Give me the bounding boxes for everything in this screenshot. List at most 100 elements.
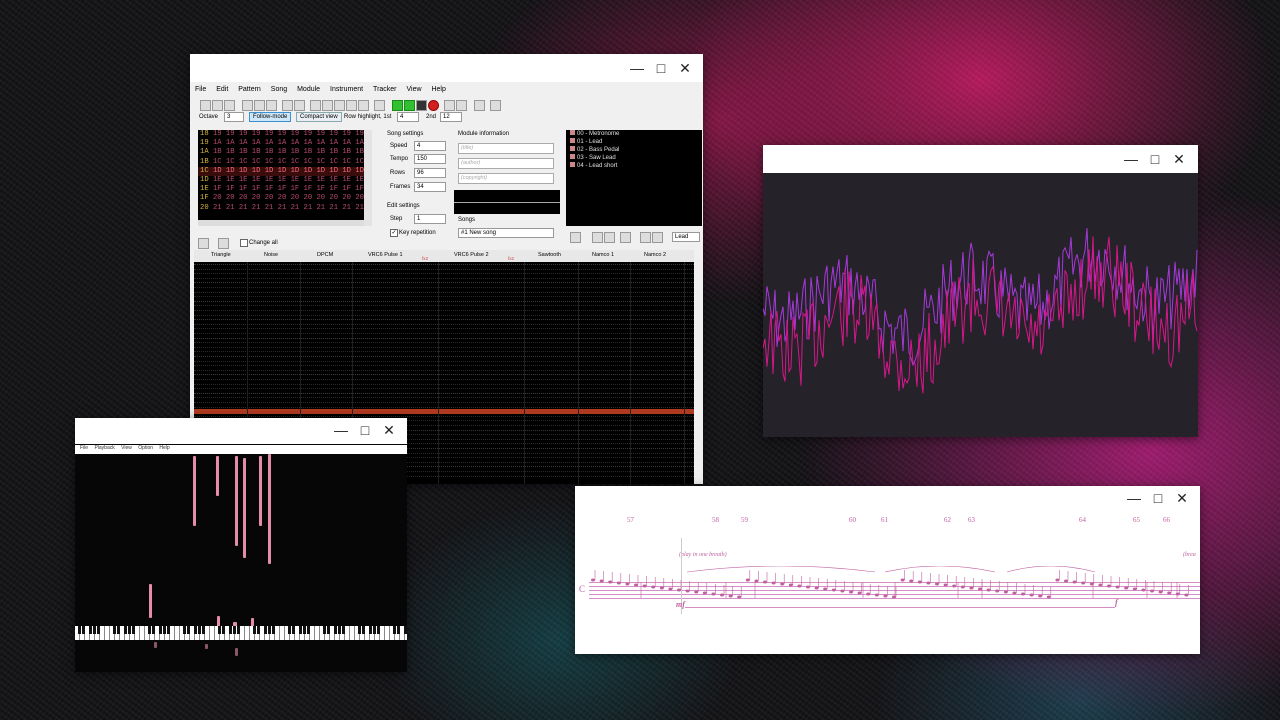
menu-help[interactable]: Help: [431, 86, 445, 93]
nsf-export-icon[interactable]: [490, 100, 501, 111]
frames-input[interactable]: 34: [414, 182, 446, 192]
instrument-item[interactable]: 02 - Bass Pedal: [566, 146, 702, 154]
channel-header[interactable]: VRC6 Pulse 2: [454, 252, 489, 258]
cut-icon[interactable]: [242, 100, 253, 111]
follow-mode-button[interactable]: Follow-mode: [249, 112, 292, 122]
piano-menu-help[interactable]: Help: [159, 445, 169, 451]
close-icon[interactable]: ✕: [1167, 151, 1191, 168]
insert-frame-icon[interactable]: [310, 100, 321, 111]
menu-module[interactable]: Module: [297, 86, 320, 93]
channel-header[interactable]: VRC6 Pulse 1: [368, 252, 403, 258]
duplicate-frame-icon[interactable]: [358, 100, 369, 111]
copy-icon[interactable]: [254, 100, 265, 111]
step-input[interactable]: 1: [414, 214, 446, 224]
record-icon[interactable]: [428, 100, 439, 111]
key-repetition-checkbox[interactable]: ✓: [390, 229, 398, 237]
minimize-icon[interactable]: —: [625, 60, 649, 77]
note-head: [737, 595, 742, 599]
song-select[interactable]: #1 New song: [458, 228, 554, 238]
tempo-input[interactable]: 150: [414, 154, 446, 164]
minimize-icon[interactable]: —: [329, 422, 353, 439]
channel-header[interactable]: Noise: [264, 252, 278, 258]
frame-row[interactable]: 18 19 19 19 19 19 19 19 19 19 19 19 19 1…: [198, 130, 364, 139]
module-properties-icon[interactable]: [374, 100, 385, 111]
frame-row[interactable]: 1D 1E 1E 1E 1E 1E 1E 1E 1E 1E 1E 1E 1E 1…: [198, 176, 364, 185]
instrument-item[interactable]: 04 - Lead short: [566, 162, 702, 170]
maximize-icon[interactable]: □: [649, 60, 673, 77]
speed-input[interactable]: 4: [414, 141, 446, 151]
remove-frame-icon[interactable]: [322, 100, 333, 111]
open-file-icon[interactable]: [212, 100, 223, 111]
rows-input[interactable]: 96: [414, 168, 446, 178]
piano-menu-view[interactable]: View: [121, 445, 132, 451]
maximize-icon[interactable]: □: [1143, 151, 1167, 168]
compact-view-button[interactable]: Compact view: [296, 112, 342, 122]
frame-vscrollbar[interactable]: [364, 130, 372, 226]
about-icon[interactable]: [282, 100, 293, 111]
frame-row[interactable]: 19 1A 1A 1A 1A 1A 1A 1A 1A 1A 1A 1A 1A 1…: [198, 139, 364, 148]
move-frame-down-icon[interactable]: [334, 100, 345, 111]
close-icon[interactable]: ✕: [1170, 490, 1194, 507]
maximize-icon[interactable]: □: [353, 422, 377, 439]
load-instrument-icon[interactable]: [620, 232, 631, 243]
minimize-icon[interactable]: —: [1119, 151, 1143, 168]
remove-channel-icon[interactable]: [218, 238, 229, 249]
save-instrument-icon[interactable]: [640, 232, 651, 243]
menu-pattern[interactable]: Pattern: [238, 86, 261, 93]
menu-instrument[interactable]: Instrument: [330, 86, 363, 93]
instrument-item[interactable]: 00 - Metronome: [566, 130, 702, 138]
channel-header[interactable]: DPCM: [317, 252, 333, 258]
previous-song-icon[interactable]: [444, 100, 455, 111]
save-icon[interactable]: [224, 100, 235, 111]
clone-instrument-icon[interactable]: [604, 232, 615, 243]
help-icon[interactable]: [294, 100, 305, 111]
menu-song[interactable]: Song: [271, 86, 287, 93]
add-channel-icon[interactable]: [198, 238, 209, 249]
frame-row[interactable]: 1B 1C 1C 1C 1C 1C 1C 1C 1C 1C 1C 1C 1C 1…: [198, 158, 364, 167]
instrument-item[interactable]: 01 - Lead: [566, 138, 702, 146]
instrument-name-field[interactable]: Lead: [672, 232, 700, 242]
menu-edit[interactable]: Edit: [216, 86, 228, 93]
frame-list[interactable]: 18 19 19 19 19 19 19 19 19 19 19 19 19 1…: [198, 130, 364, 220]
paste-icon[interactable]: [266, 100, 277, 111]
frame-row[interactable]: 1F 20 20 20 20 20 20 20 20 20 20 20 20 2…: [198, 194, 364, 203]
module-copyright-field[interactable]: (copyright): [458, 173, 554, 184]
row-highlight-1st-input[interactable]: 4: [397, 112, 419, 122]
minimize-icon[interactable]: —: [1122, 490, 1146, 507]
instrument-item[interactable]: 03 - Saw Lead: [566, 154, 702, 162]
remove-instrument-icon[interactable]: [592, 232, 603, 243]
piano-menu-option[interactable]: Option: [138, 445, 153, 451]
close-icon[interactable]: ✕: [377, 422, 401, 439]
channel-header[interactable]: Sawtooth: [538, 252, 561, 258]
maximize-icon[interactable]: □: [1146, 490, 1170, 507]
move-frame-up-icon[interactable]: [346, 100, 357, 111]
channel-header[interactable]: Triangle: [211, 252, 231, 258]
menu-file[interactable]: File: [195, 86, 206, 93]
play-icon[interactable]: [392, 100, 403, 111]
instrument-list[interactable]: 00 - Metronome 01 - Lead 02 - Bass Pedal…: [566, 130, 702, 226]
new-instrument-icon[interactable]: [570, 232, 581, 243]
settings-icon[interactable]: [474, 100, 485, 111]
menu-tracker[interactable]: Tracker: [373, 86, 396, 93]
close-icon[interactable]: ✕: [673, 60, 697, 77]
module-author-field[interactable]: (author): [458, 158, 554, 169]
module-title-field[interactable]: (title): [458, 143, 554, 154]
new-file-icon[interactable]: [200, 100, 211, 111]
piano-menu-playback[interactable]: Playback: [94, 445, 114, 451]
frame-row[interactable]: 1C 1D 1D 1D 1D 1D 1D 1D 1D 1D 1D 1D 1D 1…: [198, 166, 364, 177]
row-highlight-2nd-input[interactable]: 12: [440, 112, 462, 122]
edit-instrument-icon[interactable]: [652, 232, 663, 243]
change-all-checkbox[interactable]: [240, 239, 248, 247]
piano-menu-file[interactable]: File: [80, 445, 88, 451]
frame-row[interactable]: 20 21 21 21 21 21 21 21 21 21 21 21 21 2…: [198, 204, 364, 213]
next-song-icon[interactable]: [456, 100, 467, 111]
channel-header[interactable]: Namco 2: [644, 252, 666, 258]
frame-row[interactable]: 1E 1F 1F 1F 1F 1F 1F 1F 1F 1F 1F 1F 1F 1…: [198, 185, 364, 194]
menu-view[interactable]: View: [406, 86, 421, 93]
octave-select[interactable]: 3: [224, 112, 244, 122]
frame-row[interactable]: 1A 1B 1B 1B 1B 1B 1B 1B 1B 1B 1B 1B 1B 1…: [198, 148, 364, 157]
stop-icon[interactable]: [416, 100, 427, 111]
play-loop-icon[interactable]: [404, 100, 415, 111]
channel-header[interactable]: Namco 1: [592, 252, 614, 258]
frame-scrollbar[interactable]: [198, 220, 364, 226]
